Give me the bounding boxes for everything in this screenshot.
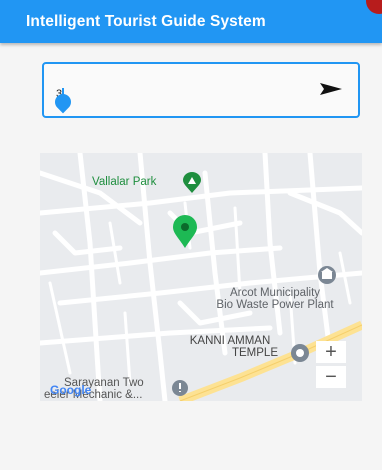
municipality-line-1: Arcot Municipality: [229, 287, 321, 299]
map-view[interactable]: Vallalar Park Arcot Municipality Bio Was…: [40, 153, 362, 401]
zoom-in-icon: +: [325, 340, 337, 363]
google-logo: Google: [50, 383, 91, 397]
place-label-park: Vallalar Park: [92, 176, 157, 188]
app-bar: Intelligent Tourist Guide System: [0, 0, 382, 43]
search-input[interactable]: 3: [42, 62, 360, 118]
location-marker-icon[interactable]: [172, 215, 198, 249]
landmark-pin-icon[interactable]: [316, 264, 338, 286]
app-title: Intelligent Tourist Guide System: [26, 13, 266, 30]
google-logo-text: Google: [50, 383, 92, 397]
place-label-temple: KANNI AMMAN TEMPLE: [170, 335, 290, 359]
temple-line-2: TEMPLE: [231, 347, 278, 359]
mechanic-pin-icon[interactable]: [170, 378, 190, 398]
zoom-in-button[interactable]: +: [316, 341, 346, 363]
zoom-out-icon: −: [325, 365, 337, 388]
municipality-line-2: Bio Waste Power Plant: [216, 299, 334, 311]
zoom-out-button[interactable]: −: [316, 366, 346, 388]
debug-banner: [366, 0, 382, 14]
send-button[interactable]: [318, 78, 344, 100]
temple-line-1: KANNI AMMAN: [189, 335, 271, 347]
place-label-municipality: Arcot Municipality Bio Waste Power Plant: [190, 287, 360, 311]
send-arrow-icon: [320, 83, 342, 95]
park-pin-icon[interactable]: [181, 172, 203, 194]
temple-pin-icon[interactable]: [289, 342, 311, 364]
